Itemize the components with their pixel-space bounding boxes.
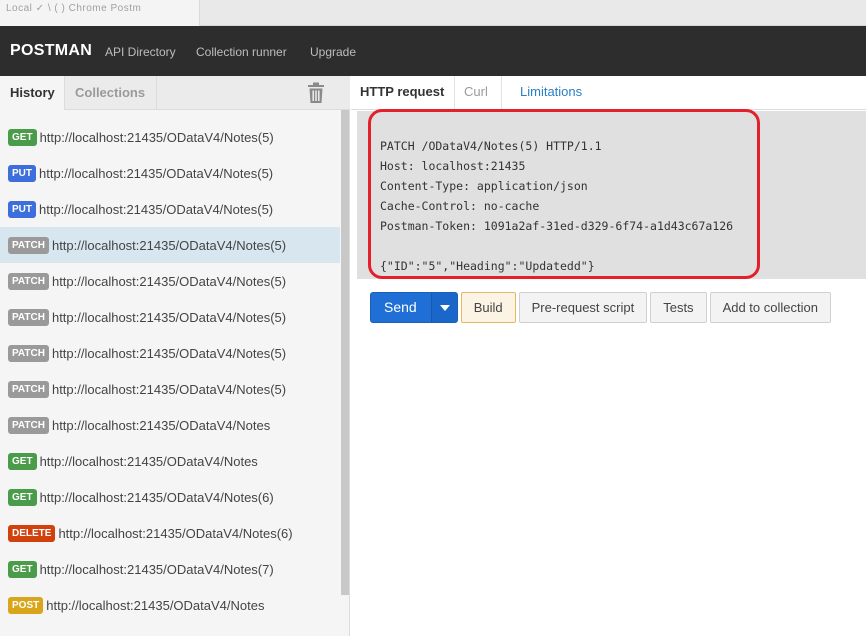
method-badge: GET — [8, 452, 37, 470]
tests-button[interactable]: Tests — [650, 292, 707, 323]
history-url: http://localhost:21435/ODataV4/Notes — [51, 417, 271, 433]
history-url: http://localhost:21435/ODataV4/Notes(5) — [51, 381, 287, 397]
tab-limitations[interactable]: Limitations — [511, 76, 591, 110]
history-item[interactable]: PUT http://localhost:21435/ODataV4/Notes(… — [0, 191, 340, 227]
http-request-text: PATCH /ODataV4/Notes(5) HTTP/1.1 Host: l… — [380, 139, 734, 273]
history-item[interactable]: GET http://localhost:21435/ODataV4/Notes(… — [0, 551, 340, 587]
method-badge: PATCH — [8, 380, 49, 398]
method-badge: PUT — [8, 200, 36, 218]
history-url: http://localhost:21435/ODataV4/Notes(5) — [51, 309, 287, 325]
browser-tab[interactable]: Local ✓ \ ( ) Chrome Postm — [0, 0, 200, 26]
history-item[interactable]: PUT http://localhost:21435/ODataV4/Notes(… — [0, 155, 340, 191]
method-badge: GET — [8, 488, 37, 506]
main-panel: HTTP request Curl Limitations PATCH /ODa… — [351, 76, 866, 636]
sidebar: History Collections GET http://localhost:… — [0, 76, 350, 636]
history-item[interactable]: GET http://localhost:21435/ODataV4/Notes — [0, 443, 340, 479]
history-url: http://localhost:21435/ODataV4/Notes(5) — [39, 165, 274, 181]
http-request-preview[interactable]: PATCH /ODataV4/Notes(5) HTTP/1.1 Host: l… — [357, 111, 866, 279]
trash-icon[interactable] — [306, 82, 326, 104]
send-button[interactable]: Send — [370, 292, 458, 323]
app-header: POSTMAN API Directory Collection runner … — [0, 26, 866, 76]
history-url: http://localhost:21435/ODataV4/Notes(6) — [39, 489, 274, 505]
method-badge: GET — [8, 560, 37, 578]
window-chrome: Local ✓ \ ( ) Chrome Postm — [0, 0, 866, 26]
method-badge: PATCH — [8, 344, 49, 362]
sidebar-scrollbar[interactable] — [341, 110, 349, 595]
history-url: http://localhost:21435/ODataV4/Notes(5) — [51, 273, 287, 289]
method-badge: PATCH — [8, 272, 49, 290]
history-url: http://localhost:21435/ODataV4/Notes — [39, 453, 258, 469]
build-button[interactable]: Build — [460, 292, 516, 323]
tab-collections[interactable]: Collections — [65, 76, 157, 110]
tab-curl[interactable]: Curl — [455, 76, 502, 110]
sidebar-tabs: History Collections — [0, 76, 350, 110]
history-item[interactable]: PATCH http://localhost:21435/ODataV4/Note… — [0, 407, 340, 443]
history-item[interactable]: PATCH http://localhost:21435/ODataV4/Note… — [0, 227, 340, 263]
history-url: http://localhost:21435/ODataV4/Notes(5) — [51, 237, 287, 253]
method-badge: PUT — [8, 164, 36, 182]
browser-tab-title: Local ✓ \ ( ) Chrome Postm — [6, 3, 142, 14]
history-item[interactable]: PATCH http://localhost:21435/ODataV4/Note… — [0, 371, 340, 407]
tab-history[interactable]: History — [0, 76, 65, 110]
request-tabs: HTTP request Curl Limitations — [351, 76, 866, 110]
history-url: http://localhost:21435/ODataV4/Notes(7) — [39, 561, 274, 577]
method-badge: GET — [8, 128, 37, 146]
pre-request-script-button[interactable]: Pre-request script — [518, 292, 648, 323]
nav-upgrade[interactable]: Upgrade — [310, 45, 356, 59]
history-url: http://localhost:21435/ODataV4/Notes — [46, 597, 265, 613]
method-badge: PATCH — [8, 308, 49, 326]
method-badge: POST — [8, 596, 44, 614]
history-item[interactable]: GET http://localhost:21435/ODataV4/Notes(… — [0, 119, 340, 155]
history-item[interactable]: GET http://localhost:21435/ODataV4/Notes(… — [0, 479, 340, 515]
history-url: http://localhost:21435/ODataV4/Notes(5) — [51, 345, 287, 361]
method-badge: DELETE — [8, 524, 56, 542]
add-to-collection-button[interactable]: Add to collection — [709, 292, 831, 323]
history-item[interactable]: POST http://localhost:21435/ODataV4/Notes — [0, 587, 340, 623]
history-url: http://localhost:21435/ODataV4/Notes(5) — [39, 201, 274, 217]
history-item[interactable]: PATCH http://localhost:21435/ODataV4/Note… — [0, 299, 340, 335]
tab-http-request[interactable]: HTTP request — [351, 76, 455, 110]
history-url: http://localhost:21435/ODataV4/Notes(5) — [39, 129, 274, 145]
method-badge: PATCH — [8, 236, 49, 254]
history-url: http://localhost:21435/ODataV4/Notes(6) — [58, 525, 293, 541]
postman-logo: POSTMAN — [10, 42, 93, 59]
method-badge: PATCH — [8, 416, 49, 434]
history-item[interactable]: PATCH http://localhost:21435/ODataV4/Note… — [0, 263, 340, 299]
history-list: GET http://localhost:21435/ODataV4/Notes(… — [0, 119, 340, 623]
send-button-label: Send — [384, 299, 417, 315]
history-item[interactable]: PATCH http://localhost:21435/ODataV4/Note… — [0, 335, 340, 371]
chevron-down-icon[interactable] — [430, 293, 457, 322]
nav-api-directory[interactable]: API Directory — [105, 45, 176, 59]
nav-collection-runner[interactable]: Collection runner — [196, 45, 287, 59]
request-actions: Send Build Pre-request script Tests Add … — [370, 292, 831, 324]
history-item[interactable]: DELETE http://localhost:21435/ODataV4/Not… — [0, 515, 340, 551]
